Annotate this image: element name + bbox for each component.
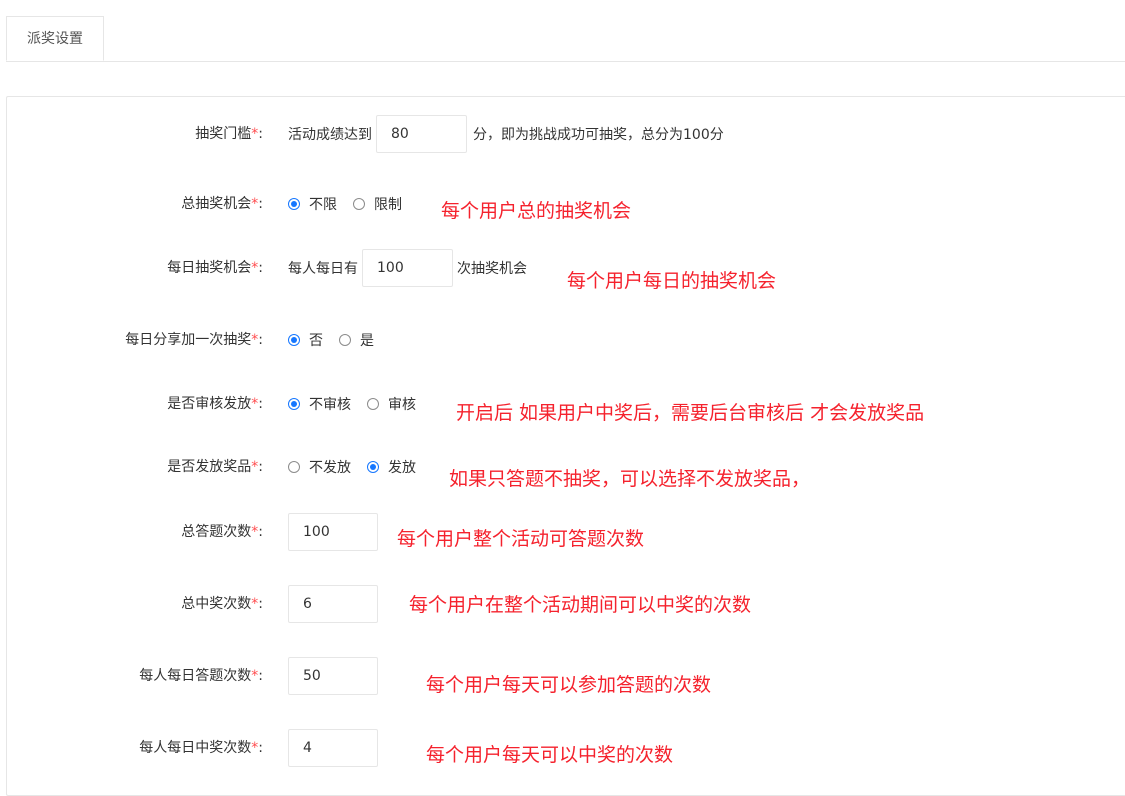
total-wins-input[interactable] bbox=[288, 585, 378, 623]
form-label: 每日分享加一次抽奖*: bbox=[125, 332, 263, 348]
radio-dot-icon bbox=[353, 198, 365, 210]
radio-dot-icon bbox=[288, 398, 300, 410]
annotation-note: 开启后 如果用户中奖后，需要后台审核后 才会发放奖品 bbox=[456, 402, 925, 424]
threshold-prefix: 活动成绩达到 bbox=[288, 127, 372, 143]
review-radio-group: 不审核 审核 bbox=[288, 384, 432, 424]
radio-dot-icon bbox=[367, 398, 379, 410]
form-label: 总中奖次数*: bbox=[181, 596, 263, 612]
annotation-note: 每个用户每天可以中奖的次数 bbox=[426, 744, 674, 766]
radio-label: 否 bbox=[309, 333, 323, 349]
radio-no-issue[interactable]: 不发放 bbox=[288, 457, 351, 477]
form-control bbox=[288, 512, 378, 552]
radio-no[interactable]: 否 bbox=[288, 330, 323, 350]
form-label: 每人每日中奖次数*: bbox=[139, 740, 263, 756]
form-row-review: 是否审核发放*: 不审核 审核 开启后 如果用户中奖后，需要后台审核后 才会发放… bbox=[0, 384, 1125, 424]
form-row-threshold: 抽奖门槛*: 活动成绩达到 分，即为挑战成功可抽奖，总分为100分 bbox=[0, 114, 1125, 154]
annotation-note: 如果只答题不抽奖，可以选择不发放奖品， bbox=[449, 468, 811, 490]
daily-chances-suffix: 次抽奖机会 bbox=[457, 261, 527, 277]
form-label: 总答题次数*: bbox=[181, 524, 263, 540]
radio-unlimited[interactable]: 不限 bbox=[288, 194, 337, 214]
annotation-note: 每个用户在整个活动期间可以中奖的次数 bbox=[409, 594, 752, 616]
annotation-note: 每个用户每日的抽奖机会 bbox=[567, 270, 777, 292]
form-row-daily-chances: 每日抽奖机会*: 每人每日有 次抽奖机会 每个用户每日的抽奖机会 bbox=[0, 248, 1125, 292]
form-row-total-answers: 总答题次数*: 每个用户整个活动可答题次数 bbox=[0, 512, 1125, 552]
annotation-note: 每个用户总的抽奖机会 bbox=[441, 200, 632, 222]
total-chances-radio-group: 不限 限制 bbox=[288, 184, 418, 224]
radio-limited[interactable]: 限制 bbox=[353, 194, 402, 214]
form-label: 是否发放奖品*: bbox=[167, 459, 263, 475]
radio-label: 不限 bbox=[309, 197, 337, 213]
form-row-total-chances: 总抽奖机会*: 不限 限制 每个用户总的抽奖机会 bbox=[0, 184, 1125, 224]
form-row-issue-prizes: 是否发放奖品*: 不发放 发放 如果只答题不抽奖，可以选择不发放奖品， bbox=[0, 447, 1125, 490]
threshold-suffix: 分，即为挑战成功可抽奖，总分为100分 bbox=[473, 127, 724, 143]
form-control: 每人每日有 次抽奖机会 bbox=[288, 248, 527, 288]
radio-label: 是 bbox=[360, 333, 374, 349]
form-control bbox=[288, 728, 378, 768]
daily-share-radio-group: 否 是 bbox=[288, 320, 390, 360]
radio-review[interactable]: 审核 bbox=[367, 394, 416, 414]
radio-no-review[interactable]: 不审核 bbox=[288, 394, 351, 414]
radio-label: 不审核 bbox=[309, 397, 351, 413]
form-label: 每人每日答题次数*: bbox=[139, 668, 263, 684]
form-label: 每日抽奖机会*: bbox=[167, 260, 263, 276]
annotation-note: 每个用户整个活动可答题次数 bbox=[397, 528, 645, 550]
radio-label: 不发放 bbox=[309, 460, 351, 476]
daily-wins-input[interactable] bbox=[288, 729, 378, 767]
tab-bar: 派奖设置 bbox=[6, 16, 1125, 62]
form-row-daily-share: 每日分享加一次抽奖*: 否 是 bbox=[0, 320, 1125, 360]
threshold-input[interactable] bbox=[376, 115, 467, 153]
radio-dot-icon bbox=[339, 334, 351, 346]
form-control: 活动成绩达到 分，即为挑战成功可抽奖，总分为100分 bbox=[288, 114, 724, 154]
radio-yes[interactable]: 是 bbox=[339, 330, 374, 350]
form-row-daily-wins: 每人每日中奖次数*: 每个用户每天可以中奖的次数 bbox=[0, 728, 1125, 768]
radio-dot-icon bbox=[288, 198, 300, 210]
form-row-daily-answers: 每人每日答题次数*: 每个用户每天可以参加答题的次数 bbox=[0, 656, 1125, 696]
radio-issue[interactable]: 发放 bbox=[367, 457, 416, 477]
form-label: 总抽奖机会*: bbox=[181, 196, 263, 212]
form-control bbox=[288, 656, 378, 696]
radio-dot-icon bbox=[288, 334, 300, 346]
radio-dot-icon bbox=[288, 461, 300, 473]
total-answers-input[interactable] bbox=[288, 513, 378, 551]
form-row-total-wins: 总中奖次数*: 每个用户在整个活动期间可以中奖的次数 bbox=[0, 584, 1125, 624]
form-label: 抽奖门槛*: bbox=[195, 126, 263, 142]
form-control bbox=[288, 584, 378, 624]
issue-prizes-radio-group: 不发放 发放 bbox=[288, 447, 432, 487]
annotation-note: 每个用户每天可以参加答题的次数 bbox=[426, 674, 712, 696]
tab-prize-settings[interactable]: 派奖设置 bbox=[6, 16, 104, 61]
radio-label: 限制 bbox=[374, 197, 402, 213]
radio-label: 审核 bbox=[388, 397, 416, 413]
radio-label: 发放 bbox=[388, 460, 416, 476]
form-label: 是否审核发放*: bbox=[167, 396, 263, 412]
radio-dot-icon bbox=[367, 461, 379, 473]
daily-answers-input[interactable] bbox=[288, 657, 378, 695]
daily-chances-input[interactable] bbox=[362, 249, 453, 287]
daily-chances-prefix: 每人每日有 bbox=[288, 261, 358, 277]
